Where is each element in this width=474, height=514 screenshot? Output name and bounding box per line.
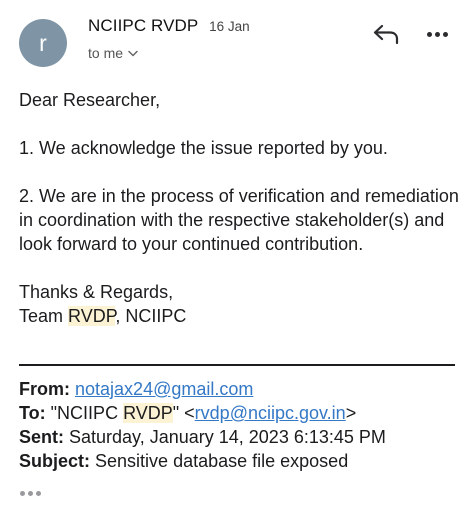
team-highlight: RVDP — [68, 306, 116, 326]
quote-divider — [19, 364, 455, 366]
to-name-highlight: RVDP — [123, 403, 173, 423]
signature: Team RVDP, NCIIPC — [19, 304, 459, 328]
reply-button[interactable] — [372, 22, 402, 46]
sender-name[interactable]: NCIIPC RVDP — [88, 16, 198, 35]
sender-avatar[interactable]: r — [19, 19, 67, 67]
paragraph-1: 1. We acknowledge the issue reported by … — [19, 138, 388, 158]
from-label: From: — [19, 379, 70, 399]
to-label: To: — [19, 403, 46, 423]
recipient-toggle[interactable]: to me — [88, 45, 138, 61]
avatar-letter: r — [39, 29, 47, 56]
recipient-label: to me — [88, 45, 124, 61]
more-options-button[interactable] — [427, 25, 453, 43]
greeting: Dear Researcher, — [19, 90, 161, 110]
subject-value: Sensitive database file exposed — [95, 451, 349, 471]
from-email-link[interactable]: notajax24@gmail.com — [75, 379, 253, 399]
more-horizontal-icon — [427, 31, 432, 37]
to-name-prefix: "NCIIPC — [50, 403, 124, 423]
forward-from-row: From: notajax24@gmail.com — [19, 377, 469, 401]
show-quoted-button[interactable] — [20, 486, 48, 500]
signoff: Thanks & Regards, — [19, 282, 174, 302]
ellipsis-icon — [36, 490, 41, 496]
forward-sent-row: Sent: Saturday, January 14, 2023 6:13:45… — [19, 425, 469, 449]
sender-line[interactable]: NCIIPC RVDP 16 Jan — [88, 16, 250, 36]
more-horizontal-icon — [435, 31, 440, 37]
to-close: > — [345, 403, 357, 423]
chevron-down-icon — [128, 50, 138, 56]
ellipsis-icon — [20, 490, 25, 496]
team-suffix: , NCIIPC — [115, 306, 187, 326]
subject-label: Subject: — [19, 451, 91, 471]
sent-value: Saturday, January 14, 2023 6:13:45 PM — [69, 427, 386, 447]
paragraph-2: 2. We are in the process of verification… — [19, 186, 459, 254]
forward-to-row: To: "NCIIPC RVDP" <rvdp@nciipc.gov.in> — [19, 401, 469, 425]
team-prefix: Team — [19, 306, 69, 326]
ellipsis-icon — [28, 490, 33, 496]
sent-label: Sent: — [19, 427, 64, 447]
message-date: 16 Jan — [209, 19, 250, 34]
more-horizontal-icon — [443, 31, 448, 37]
to-email-link[interactable]: rvdp@nciipc.gov.in — [195, 403, 346, 423]
forward-subject-row: Subject: Sensitive database file exposed — [19, 449, 469, 473]
reply-arrow-icon — [373, 24, 399, 45]
message-body: Dear Researcher, 1. We acknowledge the i… — [19, 88, 459, 328]
to-name-suffix: " < — [172, 403, 195, 423]
